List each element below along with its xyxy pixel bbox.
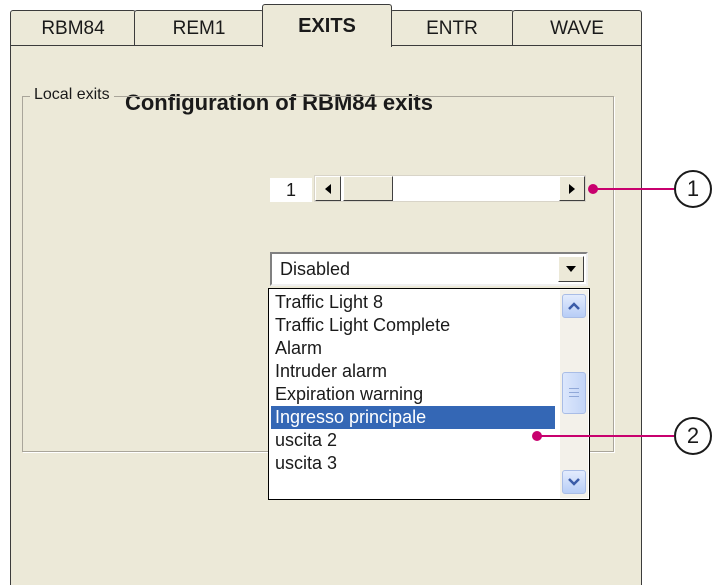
chevron-up-icon (568, 302, 580, 310)
chevron-down-icon (566, 266, 576, 272)
tab-rbm84[interactable]: RBM84 (10, 10, 136, 46)
exit-scrollbar[interactable] (314, 175, 586, 202)
tab-label: REM1 (172, 17, 226, 39)
combo-value: Disabled (280, 259, 351, 279)
list-item[interactable]: uscita 3 (271, 452, 555, 475)
arrow-right-icon (569, 183, 575, 194)
callout-number: 1 (686, 176, 700, 201)
tab-rem1[interactable]: REM1 (134, 10, 264, 46)
arrow-left-icon (325, 183, 331, 194)
list-item[interactable]: Traffic Light 8 (271, 291, 555, 314)
list-item-selected[interactable]: Ingresso principale (271, 406, 555, 429)
exit-number: 1 (270, 178, 312, 202)
list-scroll-thumb[interactable] (562, 372, 586, 414)
tab-exits[interactable]: EXITS (262, 4, 392, 47)
scroll-up-button[interactable] (562, 294, 586, 318)
scroll-left-button[interactable] (315, 176, 341, 201)
callout-1-marker: 1 (674, 170, 712, 208)
tab-wave[interactable]: WAVE (512, 10, 642, 46)
callout-1-line (592, 188, 674, 190)
list-item[interactable]: Alarm (271, 337, 555, 360)
combo-dropdown-list[interactable]: Traffic Light 8 Traffic Light Complete A… (268, 288, 590, 500)
list-item[interactable]: Traffic Light Complete (271, 314, 555, 337)
group-label: Local exits (30, 86, 114, 104)
scroll-right-button[interactable] (559, 176, 585, 201)
callout-2-marker: 2 (674, 417, 712, 455)
callout-number: 2 (686, 423, 700, 448)
list-scrollbar[interactable] (560, 290, 588, 498)
chevron-down-icon (568, 478, 580, 486)
tab-label: WAVE (550, 17, 604, 39)
list-item[interactable]: Intruder alarm (271, 360, 555, 383)
tab-label: EXITS (298, 14, 356, 37)
callout-2-line (537, 435, 674, 437)
tab-label: RBM84 (41, 17, 105, 39)
scroll-down-button[interactable] (562, 470, 586, 494)
list-item[interactable]: uscita 2 (271, 429, 555, 452)
tab-strip: RBM84 REM1 EXITS ENTR WAVE (10, 0, 642, 47)
combo-dropdown-button[interactable] (558, 256, 584, 282)
exit-function-combo[interactable]: Disabled (270, 252, 588, 286)
tab-entr[interactable]: ENTR (390, 10, 514, 46)
list-item[interactable]: Expiration warning (271, 383, 555, 406)
tab-label: ENTR (426, 17, 478, 39)
scroll-thumb[interactable] (343, 176, 393, 201)
